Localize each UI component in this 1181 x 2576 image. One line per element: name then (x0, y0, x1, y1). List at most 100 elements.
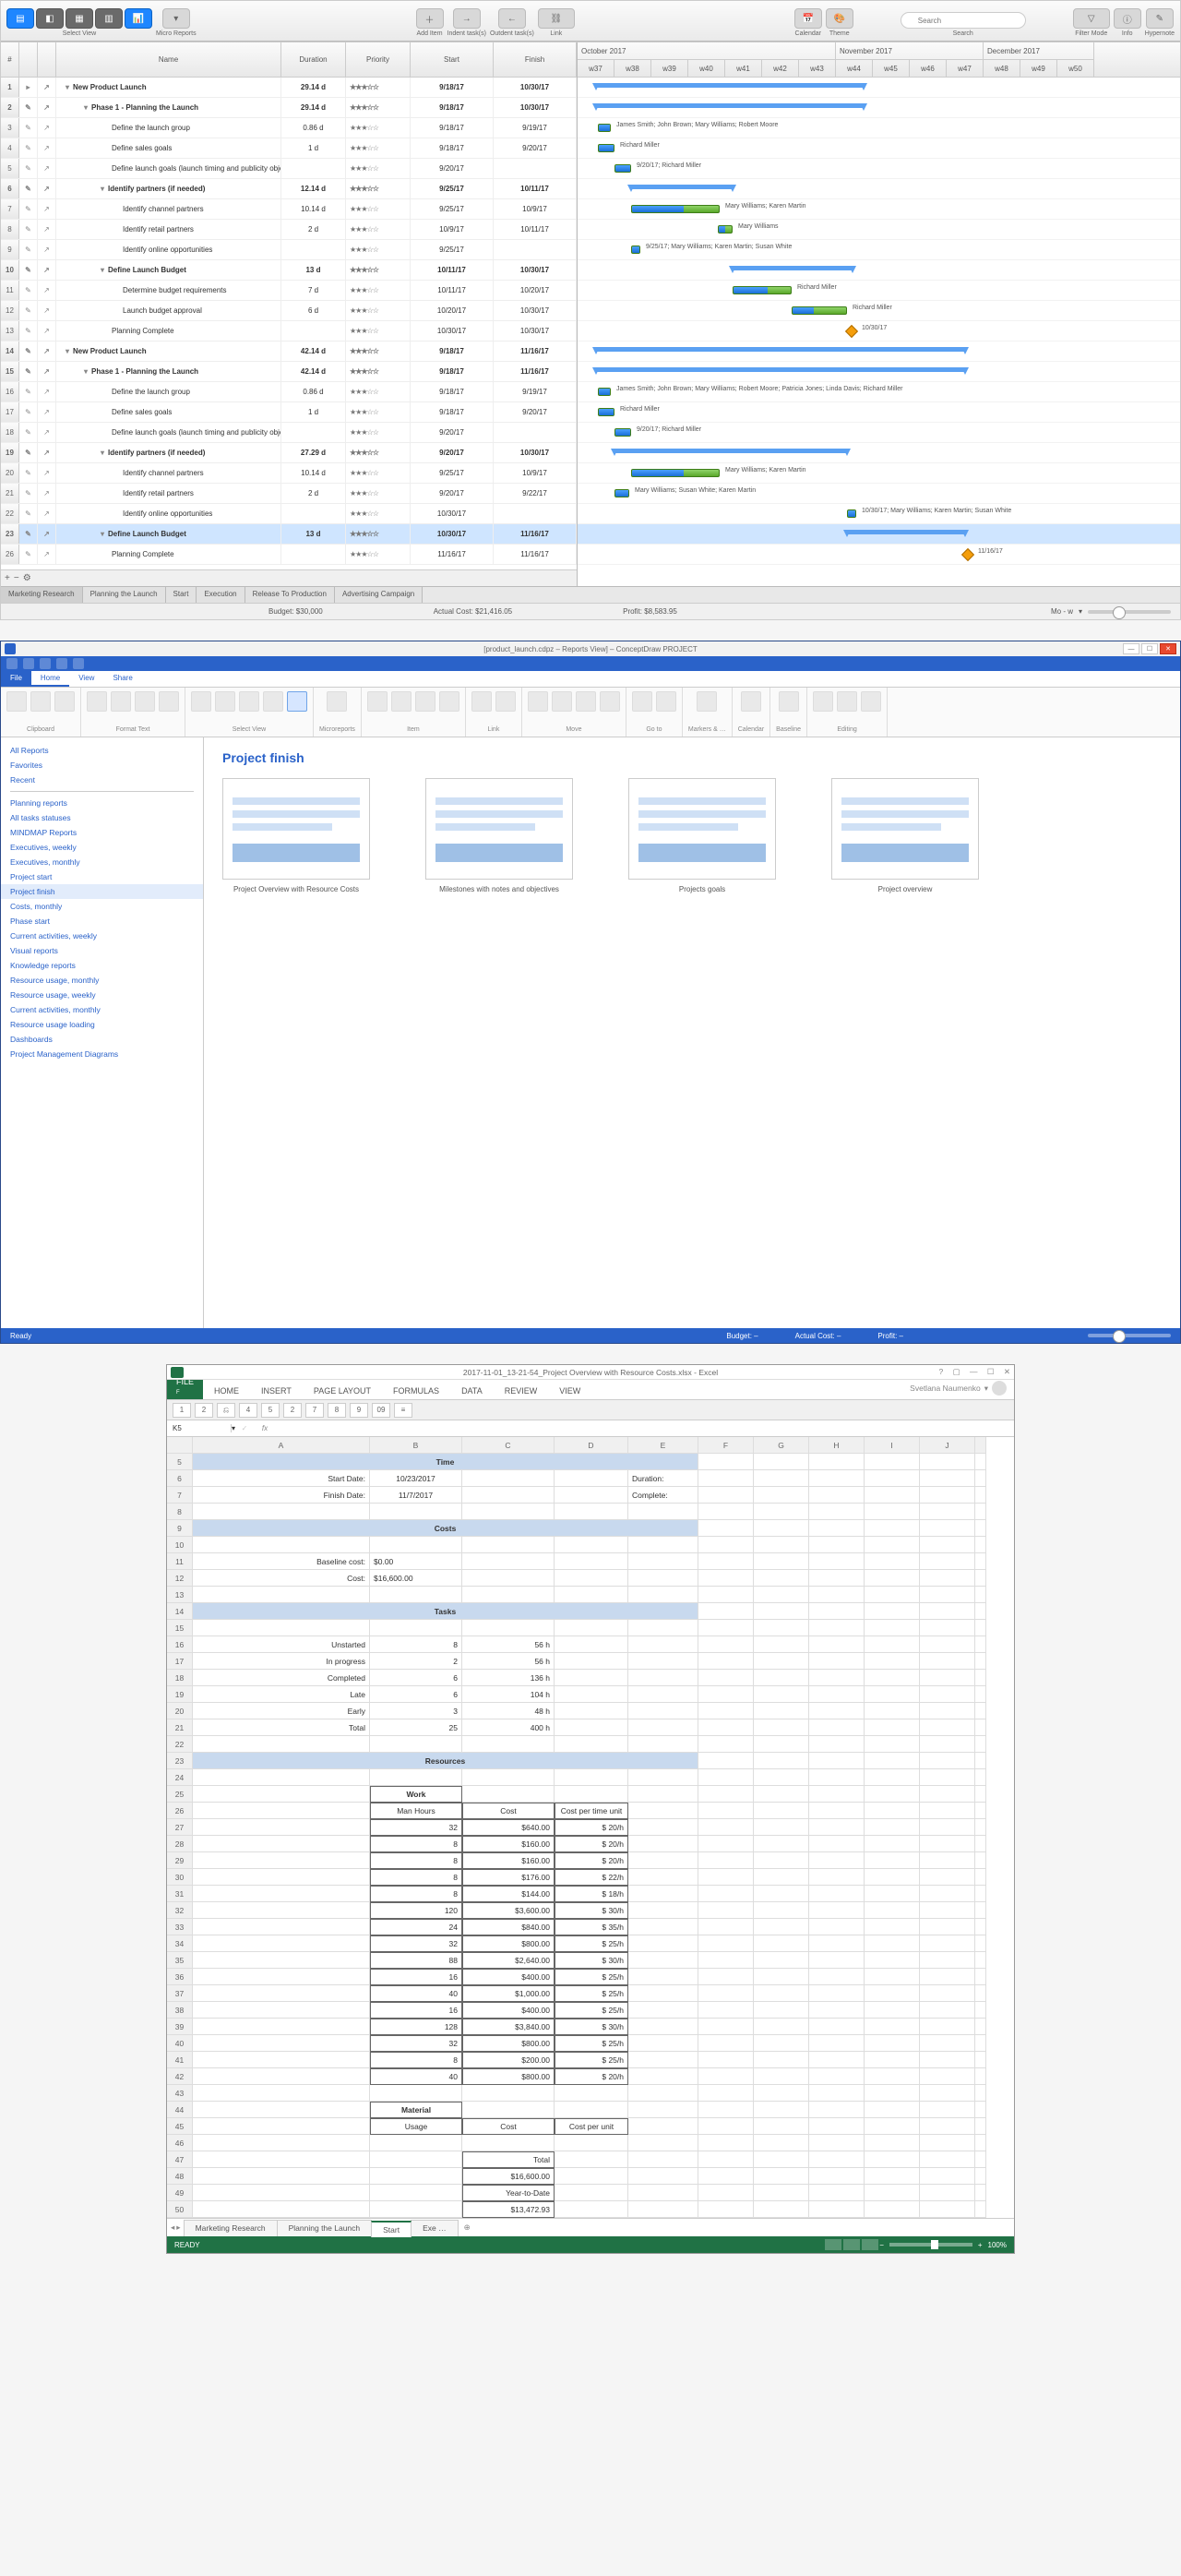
cell[interactable] (698, 2052, 754, 2068)
cell[interactable] (698, 2102, 754, 2118)
duration-cell[interactable]: 2 d (281, 220, 346, 239)
delete-btn[interactable] (439, 691, 459, 712)
cell[interactable]: $400.00 (462, 1969, 555, 1985)
cell[interactable] (698, 1869, 754, 1886)
cell[interactable]: $ 30/h (555, 1902, 628, 1919)
cell[interactable]: 32 (370, 1819, 462, 1836)
cell[interactable] (865, 1985, 920, 2002)
row-number[interactable]: 1 (1, 78, 19, 97)
gantt-bar[interactable] (631, 469, 720, 477)
cell[interactable] (809, 1852, 865, 1869)
priority-cell[interactable]: ★★★☆☆ (346, 301, 411, 320)
cell[interactable] (865, 1504, 920, 1520)
task-name-cell[interactable]: Define the launch group (56, 382, 281, 401)
zoom-dropdown-icon[interactable]: ▾ (1079, 607, 1082, 616)
sidebar-link[interactable]: Visual reports (1, 943, 203, 958)
duration-cell[interactable] (281, 159, 346, 178)
cell[interactable] (555, 1470, 628, 1487)
row-number[interactable]: 5 (1, 159, 19, 178)
cell[interactable]: $ 18/h (555, 1886, 628, 1902)
cell[interactable] (754, 1786, 809, 1803)
qat-btn[interactable]: 2 (195, 1403, 213, 1418)
row-number[interactable]: 10 (167, 1537, 193, 1553)
cell[interactable] (865, 1454, 920, 1470)
scroll-gutter[interactable] (975, 2151, 986, 2168)
cell[interactable] (865, 1886, 920, 1902)
cell[interactable] (193, 1537, 370, 1553)
task-row[interactable]: 1▸↗▾New Product Launch29.14 d★★★☆☆9/18/1… (1, 78, 577, 98)
col-header[interactable]: C (462, 1437, 555, 1454)
cell[interactable] (555, 1570, 628, 1587)
task-name-cell[interactable]: Determine budget requirements (56, 281, 281, 300)
cell[interactable] (462, 1553, 555, 1570)
priority-cell[interactable]: ★★★☆☆ (346, 504, 411, 523)
cell[interactable] (809, 1935, 865, 1952)
cell[interactable]: $200.00 (462, 2052, 555, 2068)
gantt-bar[interactable] (596, 367, 965, 372)
cell[interactable]: 16 (370, 2002, 462, 2019)
col-header[interactable]: H (809, 1437, 865, 1454)
cell[interactable] (865, 2102, 920, 2118)
cell[interactable] (628, 1786, 698, 1803)
start-cell[interactable]: 9/18/17 (411, 402, 494, 422)
timeline-row[interactable]: Mary Williams; Karen Martin (578, 199, 1180, 220)
info-btn[interactable]: ⓘ (1114, 8, 1141, 29)
cell[interactable] (754, 1736, 809, 1753)
cell[interactable]: Cost (462, 2118, 555, 2135)
cell[interactable] (462, 1537, 555, 1553)
add-subitem-btn[interactable] (415, 691, 435, 712)
cell[interactable]: $0.00 (370, 1553, 462, 1570)
sidebar-link[interactable]: Costs, monthly (1, 899, 203, 914)
scroll-gutter[interactable] (975, 1520, 986, 1537)
cell[interactable] (809, 2151, 865, 2168)
month-header[interactable]: December 2017 (984, 42, 1094, 60)
cell[interactable] (809, 1736, 865, 1753)
cell[interactable]: $176.00 (462, 1869, 555, 1886)
cell[interactable] (865, 1952, 920, 1969)
row-number[interactable]: 9 (1, 240, 19, 259)
row-number[interactable]: 19 (1, 443, 19, 462)
cell[interactable] (698, 2118, 754, 2135)
priority-cell[interactable]: ★★★☆☆ (346, 524, 411, 544)
zoom-mode[interactable]: Mo - w (1051, 607, 1073, 616)
cell[interactable] (920, 1786, 975, 1803)
cell[interactable]: $ 30/h (555, 1952, 628, 1969)
cell[interactable] (628, 1852, 698, 1869)
timeline-row[interactable]: Richard Miller (578, 281, 1180, 301)
priority-cell[interactable]: ★★★☆☆ (346, 78, 411, 97)
cell[interactable] (462, 1470, 555, 1487)
cell[interactable] (865, 1636, 920, 1653)
row-number[interactable]: 21 (1, 484, 19, 503)
scroll-gutter[interactable] (975, 1553, 986, 1570)
tab-data[interactable]: DATA (450, 1383, 494, 1399)
row-number[interactable]: 18 (167, 1670, 193, 1686)
cell[interactable]: $ 22/h (555, 1869, 628, 1886)
cell[interactable]: $640.00 (462, 1819, 555, 1836)
cell[interactable]: 120 (370, 1902, 462, 1919)
col-header[interactable]: F (698, 1437, 754, 1454)
cell[interactable] (628, 1504, 698, 1520)
task-row[interactable]: 2✎↗▾Phase 1 - Planning the Launch29.14 d… (1, 98, 577, 118)
zoom-out-btn[interactable]: − (879, 2241, 884, 2249)
cell[interactable] (698, 1670, 754, 1686)
cell[interactable] (809, 1985, 865, 2002)
cell[interactable] (555, 1620, 628, 1636)
tab-formulas[interactable]: FORMULAS (382, 1383, 450, 1399)
gantt-bar[interactable] (598, 124, 611, 132)
cell[interactable] (809, 1504, 865, 1520)
cell[interactable] (555, 1719, 628, 1736)
resource-usage-btn[interactable] (263, 691, 283, 712)
row-number[interactable]: 26 (1, 545, 19, 564)
cell[interactable] (865, 1803, 920, 1819)
cell[interactable] (920, 1454, 975, 1470)
cell[interactable] (920, 1520, 975, 1537)
timeline-row[interactable]: 9/20/17; Richard Miller (578, 159, 1180, 179)
scroll-gutter[interactable] (975, 1454, 986, 1470)
cell[interactable] (920, 1919, 975, 1935)
cell[interactable] (628, 1803, 698, 1819)
cell[interactable] (628, 1587, 698, 1603)
cell[interactable] (865, 1919, 920, 1935)
scroll-gutter[interactable] (975, 1935, 986, 1952)
scroll-gutter[interactable] (975, 1902, 986, 1919)
cell[interactable]: $2,640.00 (462, 1952, 555, 1969)
